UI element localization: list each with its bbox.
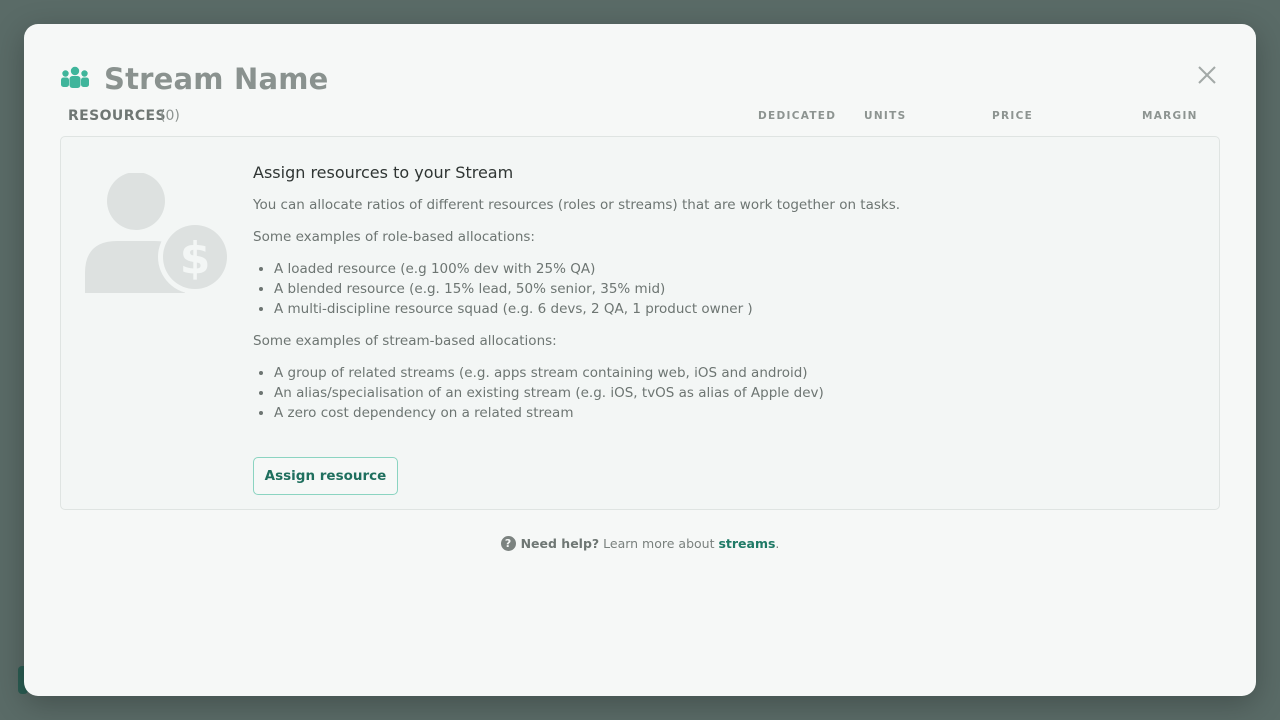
question-icon: ? [500, 536, 516, 551]
help-label: Need help? [520, 536, 600, 551]
streams-link[interactable]: streams [718, 536, 775, 551]
stream-examples-heading: Some examples of stream-based allocation… [253, 333, 557, 349]
assign-resource-button[interactable]: Assign resource [253, 457, 398, 495]
stream-examples-list: A group of related streams (e.g. apps st… [274, 363, 1153, 423]
column-margin: MARGIN [1142, 110, 1198, 122]
list-item: A zero cost dependency on a related stre… [274, 403, 1153, 423]
svg-text:$: $ [180, 233, 211, 284]
empty-state-heading: Assign resources to your Stream [253, 163, 514, 182]
user-dollar-icon: $ [85, 173, 232, 293]
help-footer: ? Need help? Learn more about streams. [24, 536, 1256, 551]
column-units: UNITS [864, 110, 907, 122]
team-icon [61, 66, 89, 88]
empty-state-panel: $ Assign resources to your Stream You ca… [60, 136, 1220, 510]
resources-count: (0) [160, 108, 180, 124]
resources-label: RESOURCES [68, 108, 166, 124]
help-text: Learn more about [603, 536, 715, 551]
empty-state-intro: You can allocate ratios of different res… [253, 197, 901, 213]
column-dedicated: DEDICATED [758, 110, 837, 122]
resources-header: RESOURCES (0) DEDICATED UNITS PRICE MARG… [68, 108, 1218, 130]
stream-modal: Stream Name RESOURCES (0) DEDICATED UNIT… [24, 24, 1256, 696]
list-item: An alias/specialisation of an existing s… [274, 383, 1153, 403]
list-item: A loaded resource (e.g 100% dev with 25%… [274, 259, 1153, 279]
empty-state-content: Assign resources to your Stream You can … [253, 163, 1153, 495]
close-icon[interactable] [1196, 64, 1218, 86]
column-price: PRICE [992, 110, 1034, 122]
role-examples-list: A loaded resource (e.g 100% dev with 25%… [274, 259, 1153, 319]
role-examples-heading: Some examples of role-based allocations: [253, 229, 535, 245]
page-title: Stream Name [104, 62, 329, 96]
help-suffix: . [775, 536, 780, 551]
list-item: A multi-discipline resource squad (e.g. … [274, 299, 1153, 319]
list-item: A group of related streams (e.g. apps st… [274, 363, 1153, 383]
modal-header: Stream Name [60, 62, 329, 96]
list-item: A blended resource (e.g. 15% lead, 50% s… [274, 279, 1153, 299]
